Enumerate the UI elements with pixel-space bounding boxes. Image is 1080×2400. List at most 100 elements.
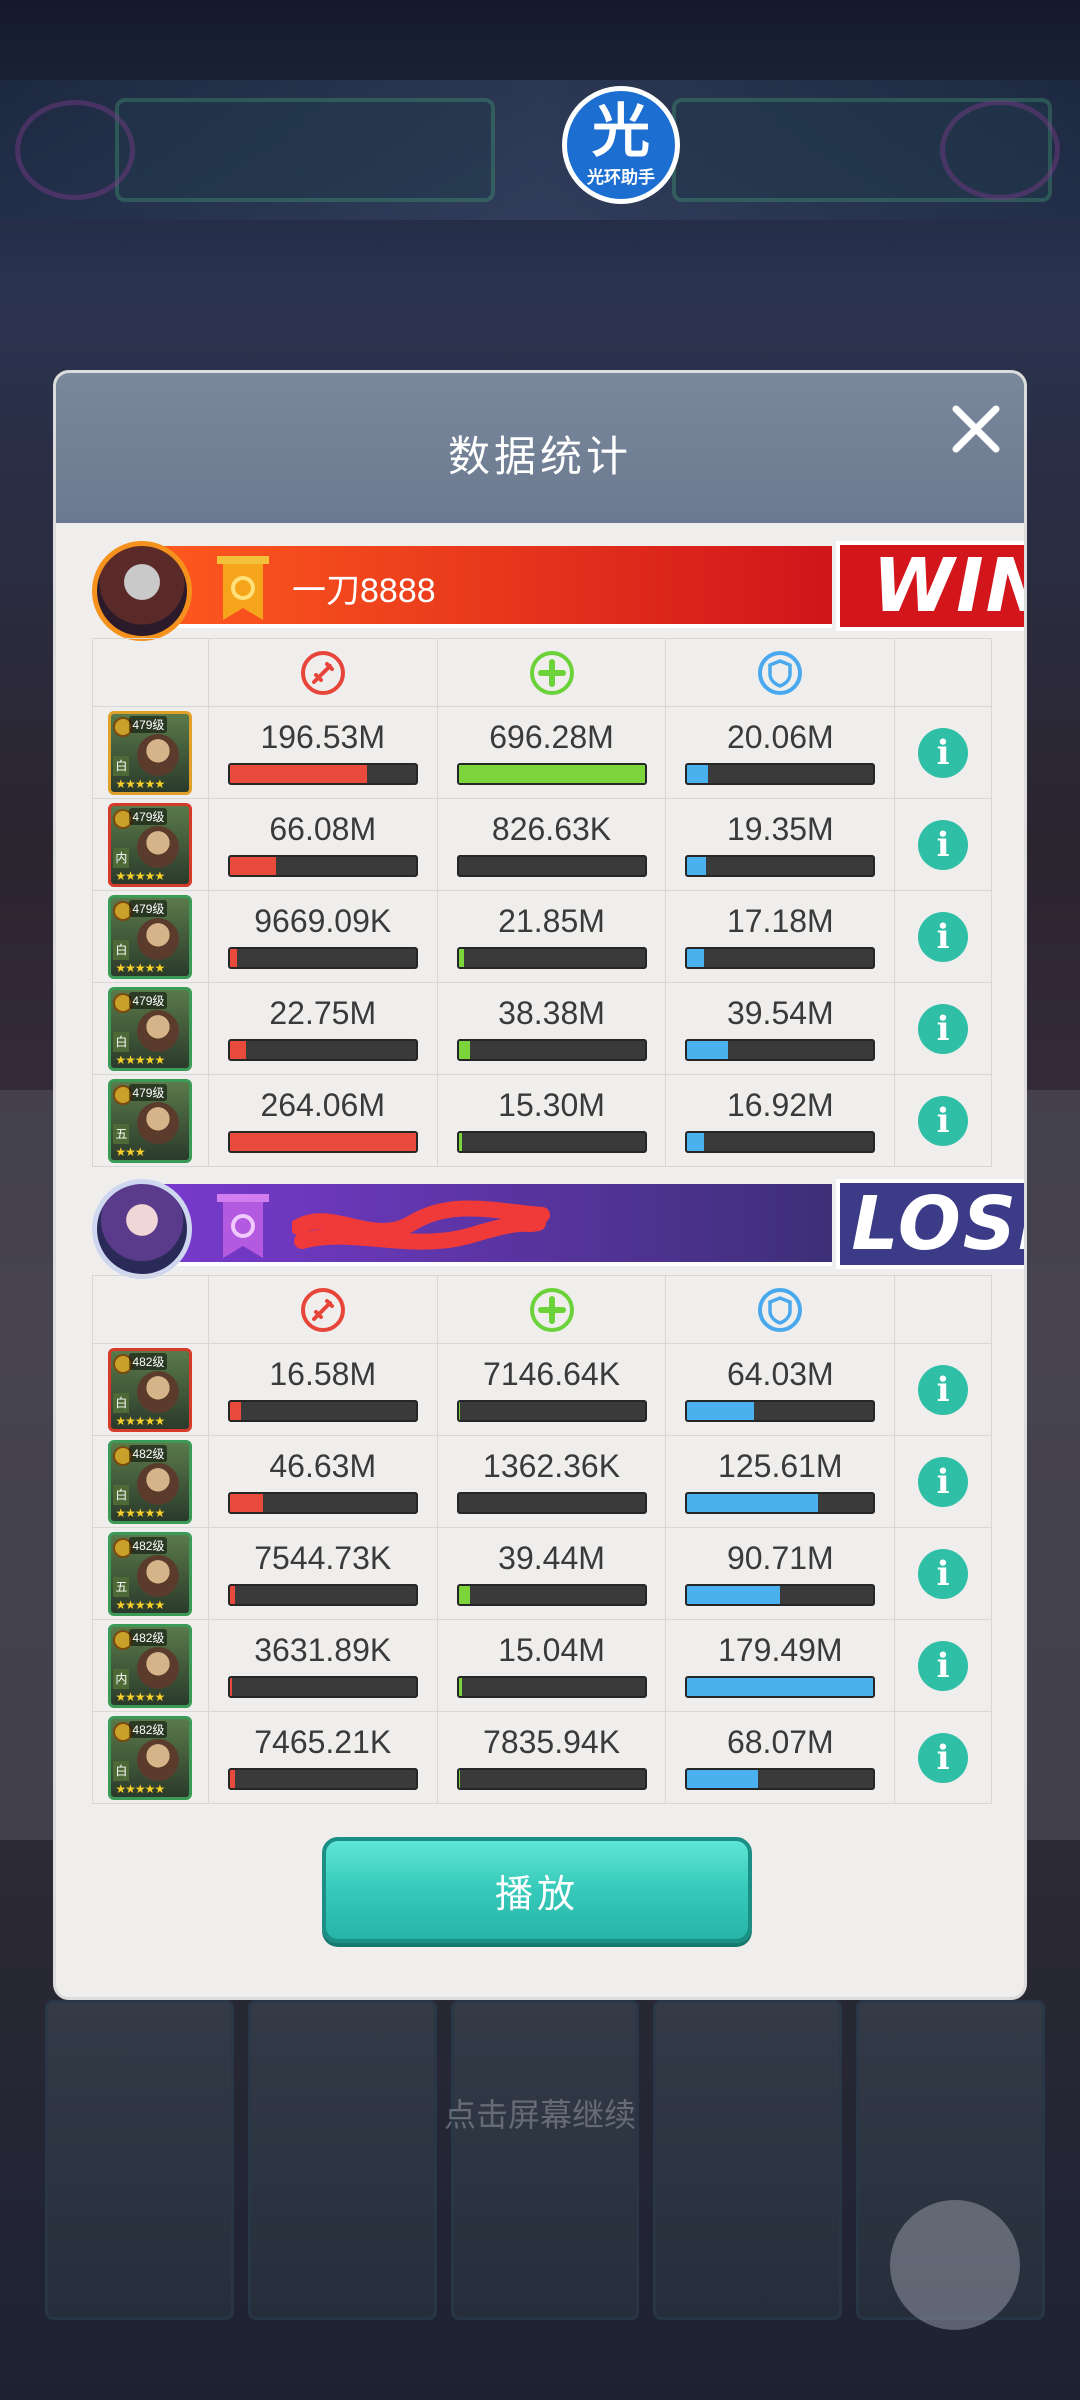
shield-cell: 68.07M bbox=[665, 1711, 896, 1804]
info-cell: i bbox=[894, 1435, 992, 1528]
damage-cell: 66.08M bbox=[207, 798, 438, 891]
hero-stat-row: 479级 白 ★★★★★ 22.75M 38.38M 39.54M i bbox=[92, 982, 992, 1075]
info-button[interactable]: i bbox=[918, 819, 969, 870]
shield-bar bbox=[685, 1038, 876, 1061]
info-cell: i bbox=[894, 982, 992, 1075]
hero-portrait[interactable]: 482级 内 ★★★★★ bbox=[108, 1623, 193, 1708]
damage-bar bbox=[227, 1675, 418, 1698]
header-heal-cell bbox=[436, 1275, 667, 1344]
close-icon bbox=[952, 405, 1000, 453]
info-button[interactable]: i bbox=[918, 1456, 969, 1507]
stat-header-row bbox=[92, 638, 992, 707]
info-button[interactable]: i bbox=[918, 1548, 969, 1599]
close-button[interactable] bbox=[946, 399, 1006, 459]
info-button[interactable]: i bbox=[918, 1640, 969, 1691]
heal-icon bbox=[529, 1287, 574, 1332]
header-empty-cell bbox=[92, 1275, 209, 1344]
heal-cell: 15.04M bbox=[436, 1619, 667, 1712]
damage-value: 66.08M bbox=[269, 810, 377, 847]
damage-bar-fill bbox=[229, 1769, 236, 1788]
hero-portrait[interactable]: 479级 白 ★★★★★ bbox=[108, 894, 193, 979]
shield-bar bbox=[685, 1130, 876, 1153]
hero-stars: ★★★★★ bbox=[115, 868, 165, 883]
heal-bar-fill bbox=[458, 1401, 461, 1420]
hero-stars: ★★★★★ bbox=[115, 960, 165, 975]
shield-value: 17.18M bbox=[726, 902, 834, 939]
damage-bar-fill bbox=[229, 764, 368, 783]
shield-bar-fill bbox=[687, 1040, 729, 1059]
shield-value: 39.54M bbox=[726, 994, 834, 1031]
hero-role-tag: 白 bbox=[113, 1760, 130, 1781]
info-button[interactable]: i bbox=[918, 1732, 969, 1783]
play-replay-button[interactable]: 播放 bbox=[322, 1837, 752, 1943]
shield-bar-fill bbox=[687, 1677, 874, 1696]
shield-value: 179.49M bbox=[718, 1631, 843, 1668]
damage-bar bbox=[227, 1130, 418, 1153]
heal-bar bbox=[456, 946, 647, 969]
player-avatar[interactable] bbox=[92, 541, 192, 641]
header-info-cell bbox=[894, 638, 992, 707]
damage-cell: 22.75M bbox=[207, 982, 438, 1075]
heal-bar-fill bbox=[458, 1585, 470, 1604]
dialog-header: 数据统计 bbox=[56, 373, 1024, 523]
damage-bar bbox=[227, 1583, 418, 1606]
info-button[interactable]: i bbox=[918, 911, 969, 962]
info-button[interactable]: i bbox=[918, 1364, 969, 1415]
hero-portrait[interactable]: 482级 白 ★★★★★ bbox=[108, 1439, 193, 1524]
shield-bar-fill bbox=[687, 1401, 755, 1420]
heal-cell: 1362.36K bbox=[436, 1435, 667, 1528]
heal-bar bbox=[456, 1675, 647, 1698]
damage-bar bbox=[227, 946, 418, 969]
hero-stars: ★★★★★ bbox=[115, 1052, 165, 1067]
info-button[interactable]: i bbox=[918, 727, 969, 778]
shield-icon bbox=[758, 1287, 803, 1332]
hero-portrait[interactable]: 479级 五 ★★★ bbox=[108, 1078, 193, 1163]
hero-role-tag: 五 bbox=[113, 1576, 130, 1597]
heal-bar bbox=[456, 1491, 647, 1514]
hero-face bbox=[137, 1554, 180, 1597]
hero-stat-row: 482级 白 ★★★★★ 46.63M 1362.36K 125.61M i bbox=[92, 1435, 992, 1528]
hero-portrait[interactable]: 479级 白 ★★★★★ bbox=[108, 986, 193, 1071]
hero-cell: 479级 白 ★★★★★ bbox=[92, 982, 209, 1075]
hero-stat-row: 479级 五 ★★★ 264.06M 15.30M 16.92M i bbox=[92, 1074, 992, 1167]
hero-portrait[interactable]: 482级 白 ★★★★★ bbox=[108, 1715, 193, 1800]
heal-bar-fill bbox=[458, 948, 465, 967]
team-banner-loser: LOSE bbox=[92, 1179, 1024, 1279]
hero-cell: 482级 白 ★★★★★ bbox=[92, 1343, 209, 1436]
hero-portrait[interactable]: 482级 白 ★★★★★ bbox=[108, 1347, 193, 1432]
hero-face bbox=[137, 1646, 180, 1689]
logo-glyph: 光 bbox=[591, 98, 650, 164]
hero-portrait[interactable]: 479级 白 ★★★★★ bbox=[108, 710, 193, 795]
heal-value: 38.38M bbox=[498, 994, 605, 1031]
heal-value: 696.28M bbox=[489, 718, 614, 755]
damage-value: 264.06M bbox=[260, 1086, 385, 1123]
shield-bar bbox=[685, 1583, 876, 1606]
shield-bar-fill bbox=[687, 1769, 758, 1788]
hero-role-tag: 白 bbox=[113, 1031, 130, 1052]
damage-value: 22.75M bbox=[269, 994, 377, 1031]
hero-cell: 479级 白 ★★★★★ bbox=[92, 890, 209, 983]
hero-portrait[interactable]: 479级 内 ★★★★★ bbox=[108, 802, 193, 887]
hero-cell: 482级 五 ★★★★★ bbox=[92, 1527, 209, 1620]
shield-value: 125.61M bbox=[718, 1447, 843, 1484]
info-button[interactable]: i bbox=[918, 1003, 969, 1054]
shield-bar bbox=[685, 1675, 876, 1698]
damage-bar-fill bbox=[229, 856, 277, 875]
player-avatar[interactable] bbox=[92, 1179, 192, 1279]
damage-bar bbox=[227, 1038, 418, 1061]
info-button[interactable]: i bbox=[918, 1095, 969, 1146]
hero-portrait[interactable]: 482级 五 ★★★★★ bbox=[108, 1531, 193, 1616]
bg-player-pill-left bbox=[115, 98, 495, 202]
shield-bar-fill bbox=[687, 1132, 705, 1151]
heal-bar bbox=[456, 1767, 647, 1790]
hero-role-tag: 五 bbox=[113, 1123, 130, 1144]
shield-icon bbox=[758, 650, 803, 695]
damage-bar-fill bbox=[229, 1493, 264, 1512]
shield-bar bbox=[685, 762, 876, 785]
play-button-label: 播放 bbox=[494, 1873, 579, 1916]
assistant-logo[interactable]: 光 光环助手 bbox=[562, 86, 680, 204]
shield-cell: 17.18M bbox=[665, 890, 896, 983]
heal-cell: 15.30M bbox=[436, 1074, 667, 1167]
heal-cell: 826.63K bbox=[436, 798, 667, 891]
bg-hero-card bbox=[45, 2000, 234, 2320]
